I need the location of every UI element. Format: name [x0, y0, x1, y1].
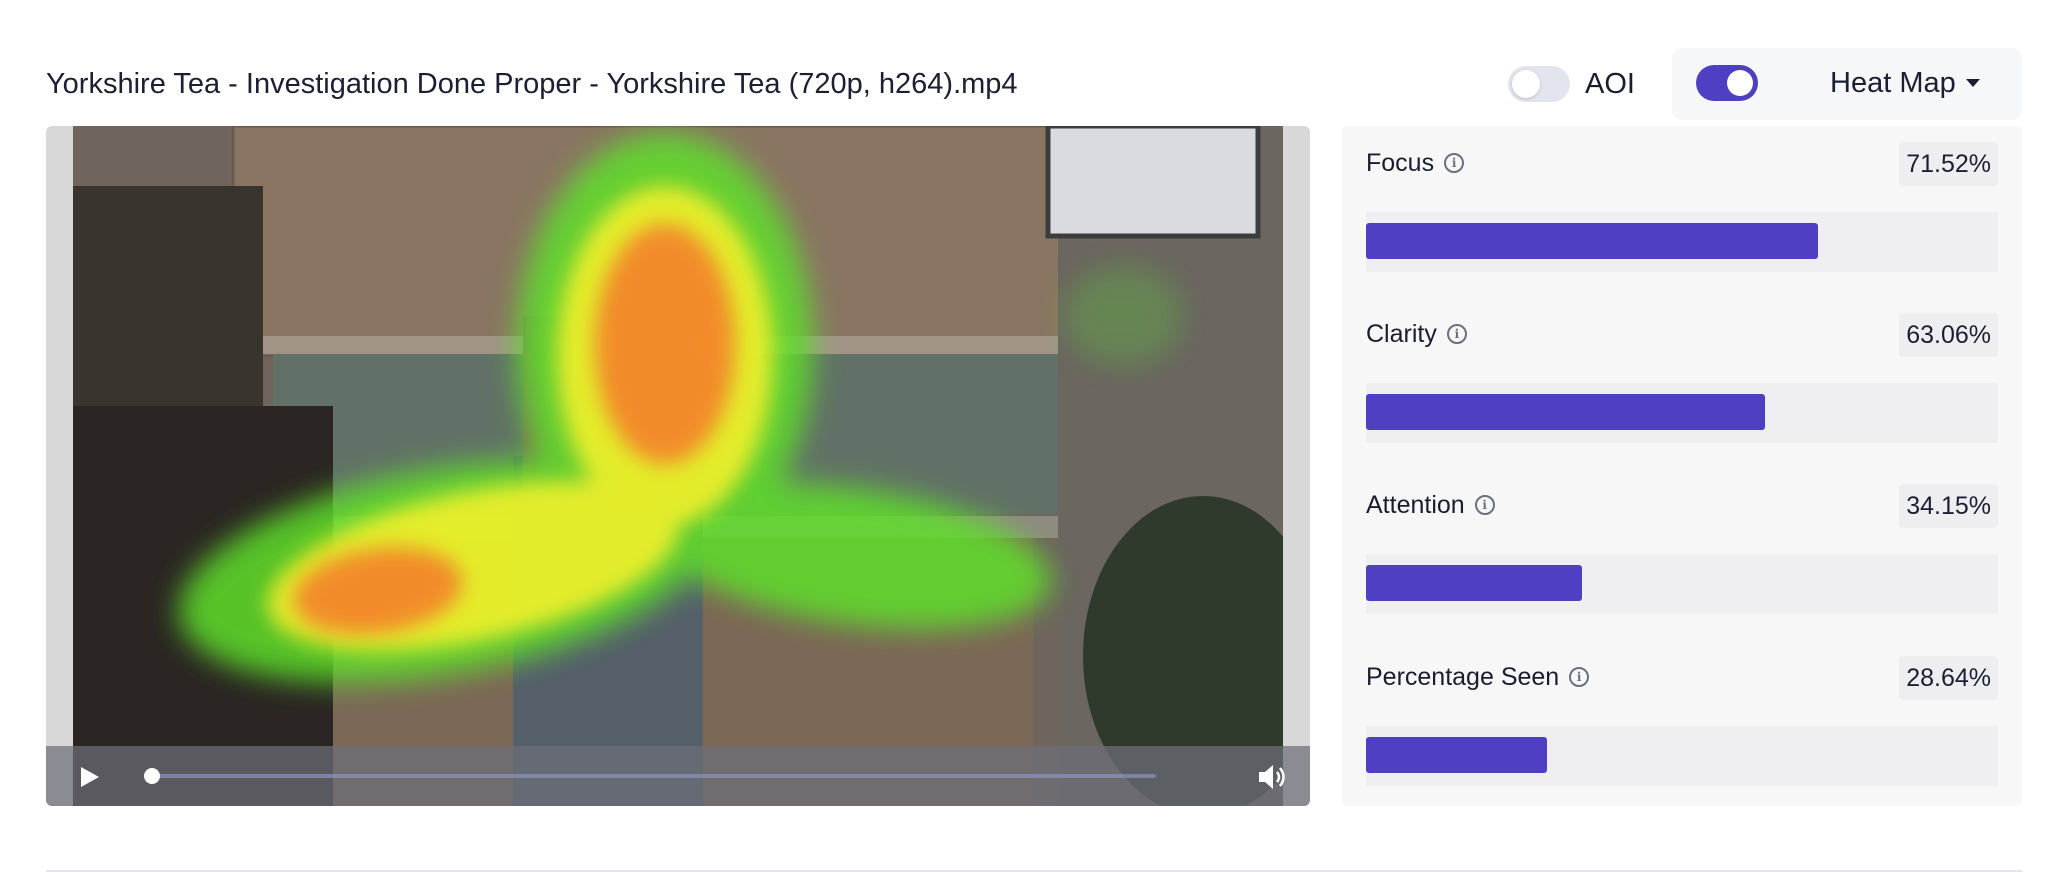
aoi-toggle[interactable]	[1508, 66, 1570, 102]
seek-handle[interactable]	[144, 768, 160, 784]
metric-bar-fill	[1366, 394, 1765, 430]
metric-name: Percentage Seen	[1366, 663, 1560, 691]
metric-attention: Attention i 34.15%	[1366, 468, 1998, 618]
metric-label: Clarity i	[1366, 319, 1467, 349]
info-icon[interactable]: i	[1474, 495, 1495, 515]
heatmap-toggle-knob	[1727, 70, 1753, 96]
metric-label: Focus i	[1366, 148, 1465, 178]
aoi-label: AOI	[1585, 68, 1635, 100]
view-mode-label: Heat Map	[1830, 66, 1956, 99]
player-controls	[46, 746, 1310, 806]
metric-bar	[1366, 554, 1998, 614]
metric-label: Percentage Seen i	[1366, 662, 1590, 692]
metric-value: 34.15%	[1899, 484, 1998, 528]
metric-value: 63.06%	[1899, 313, 1998, 357]
metric-bar	[1366, 726, 1998, 786]
info-icon[interactable]: i	[1569, 667, 1590, 687]
chevron-down-icon	[1965, 79, 1980, 87]
metric-clarity: Clarity i 63.06%	[1366, 297, 1998, 447]
view-mode-dropdown[interactable]: Heat Map	[1830, 63, 1980, 103]
metrics-panel: Focus i 71.52% Clarity i 63.06% Attentio…	[1342, 126, 2022, 806]
metric-bar	[1366, 383, 1998, 443]
play-icon[interactable]	[76, 764, 102, 790]
view-mode-panel: Heat Map	[1672, 48, 2022, 120]
metric-name: Attention	[1366, 491, 1465, 519]
heatmap-toggle[interactable]	[1696, 65, 1758, 101]
info-icon[interactable]: i	[1446, 324, 1467, 344]
video-frame	[73, 126, 1283, 806]
metric-value: 71.52%	[1899, 142, 1998, 186]
aoi-toggle-knob	[1512, 70, 1540, 98]
metric-focus: Focus i 71.52%	[1366, 126, 1998, 276]
metric-label: Attention i	[1366, 490, 1495, 520]
metric-name: Focus	[1366, 149, 1435, 177]
info-icon[interactable]: i	[1444, 153, 1465, 173]
metric-percentage-seen: Percentage Seen i 28.64%	[1366, 640, 1998, 790]
metric-name: Clarity	[1366, 320, 1437, 348]
metric-value: 28.64%	[1899, 656, 1998, 700]
metric-bar	[1366, 212, 1998, 272]
video-player[interactable]	[46, 126, 1310, 806]
video-title: Yorkshire Tea - Investigation Done Prope…	[46, 68, 1018, 100]
seek-bar[interactable]	[144, 768, 1156, 784]
metric-bar-fill	[1366, 565, 1582, 601]
metric-bar-fill	[1366, 737, 1547, 773]
volume-icon[interactable]	[1256, 762, 1288, 792]
video-scene	[73, 126, 1283, 806]
metric-bar-fill	[1366, 223, 1818, 259]
